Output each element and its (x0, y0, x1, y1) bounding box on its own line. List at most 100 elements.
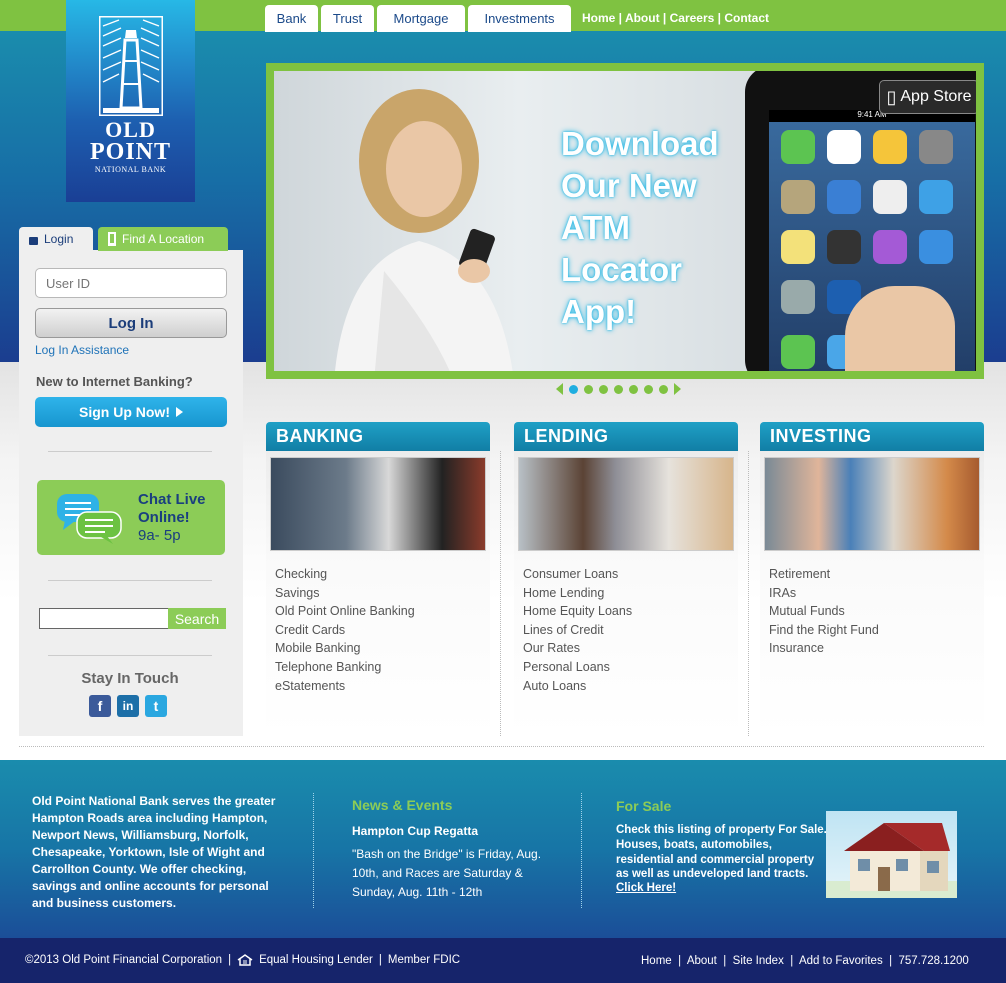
investing-image (764, 457, 980, 551)
lending-link[interactable]: Our Rates (523, 639, 632, 658)
slider-dot[interactable] (659, 384, 668, 394)
chat-bubbles-icon (57, 494, 122, 544)
house-image[interactable] (826, 811, 957, 898)
lending-link[interactable]: Home Equity Loans (523, 602, 632, 621)
equal-housing-icon (237, 954, 253, 966)
user-id-input[interactable] (35, 268, 227, 298)
banking-link[interactable]: Savings (275, 584, 415, 603)
investing-links: Retirement IRAs Mutual Funds Find the Ri… (769, 565, 879, 658)
top-links: Home | About | Careers | Contact (582, 11, 770, 25)
banking-link[interactable]: Credit Cards (275, 621, 415, 640)
linkedin-icon[interactable]: in (117, 695, 139, 717)
tab-find-location-label: Find A Location (122, 232, 205, 246)
tab-trust[interactable]: Trust (321, 5, 374, 32)
lighthouse-small-icon (108, 232, 116, 246)
login-assistance-link[interactable]: Log In Assistance (35, 343, 129, 357)
top-link-careers[interactable]: Careers (670, 11, 715, 25)
investing-link[interactable]: Mutual Funds (769, 602, 879, 621)
chat-line-2: Online! (138, 509, 190, 526)
lending-link[interactable]: Home Lending (523, 584, 632, 603)
lending-link[interactable]: Personal Loans (523, 658, 632, 677)
chat-line-1: Chat Live (138, 491, 206, 508)
lending-column: LENDING Consumer Loans Home Lending Home… (514, 422, 738, 736)
banner-headline-line: Download (561, 125, 719, 162)
slider-dot[interactable] (569, 384, 578, 394)
lending-link[interactable]: Auto Loans (523, 677, 632, 696)
search-button[interactable]: Search (168, 608, 226, 629)
equal-housing-text: Equal Housing Lender (259, 954, 373, 966)
investing-link[interactable]: IRAs (769, 584, 879, 603)
banking-heading[interactable]: BANKING (266, 422, 490, 451)
footer-about-text: Old Point National Bank serves the great… (32, 794, 276, 910)
logo-line-3: NATIONAL BANK (94, 165, 167, 174)
bottom-link-favorites[interactable]: Add to Favorites (799, 955, 883, 967)
banner-headline-line: App! (561, 293, 637, 330)
lending-links: Consumer Loans Home Lending Home Equity … (523, 565, 632, 695)
slider-prev-arrow[interactable] (556, 383, 563, 395)
tab-login[interactable]: Login (19, 227, 93, 251)
bottom-link-about[interactable]: About (687, 955, 717, 967)
slider-dot[interactable] (614, 384, 623, 394)
iphone-image: 9:41 AM (745, 71, 976, 371)
event-body: "Bash on the Bridge" is Friday, Aug. 10t… (352, 847, 542, 899)
banking-image (270, 457, 486, 551)
banking-link[interactable]: Mobile Banking (275, 639, 415, 658)
banking-link[interactable]: Old Point Online Banking (275, 602, 415, 621)
bank-logo[interactable]: OLD POINT NATIONAL BANK (66, 0, 195, 202)
phone-number[interactable]: 757.728.1200 (898, 955, 968, 967)
tab-investments[interactable]: Investments (468, 5, 571, 32)
investing-link[interactable]: Insurance (769, 639, 879, 658)
sign-up-label: Sign Up Now! (79, 404, 170, 420)
top-link-about[interactable]: About (625, 11, 660, 25)
slider-dot[interactable] (599, 384, 608, 394)
slider-dot[interactable] (629, 384, 638, 394)
banking-links: Checking Savings Old Point Online Bankin… (275, 565, 415, 695)
fdic-text: Member FDIC (387, 954, 461, 966)
login-button[interactable]: Log In (35, 308, 227, 338)
tab-find-location[interactable]: Find A Location (98, 227, 228, 251)
house-icon (826, 823, 957, 898)
bottom-link-home[interactable]: Home (641, 955, 672, 967)
slider-dot[interactable] (644, 384, 653, 394)
investing-link[interactable]: Retirement (769, 565, 879, 584)
divider (48, 655, 212, 656)
click-here-link[interactable]: Click Here! (616, 882, 676, 894)
twitter-icon[interactable]: t (145, 695, 167, 717)
top-link-home[interactable]: Home (582, 11, 615, 25)
investing-heading[interactable]: INVESTING (760, 422, 984, 451)
chat-hours: 9a- 5p (138, 527, 181, 544)
lending-link[interactable]: Consumer Loans (523, 565, 632, 584)
top-link-contact[interactable]: Contact (724, 11, 769, 25)
divider (48, 580, 212, 581)
slider-next-arrow[interactable] (674, 383, 681, 395)
hero-banner[interactable]: Download Our New ATM Locator App! 9:41 A… (266, 63, 984, 379)
banner-headline-line: Locator (561, 251, 683, 288)
tab-bank[interactable]: Bank (265, 5, 318, 32)
banner-headline: Download Our New ATM Locator App! (561, 123, 719, 333)
tab-login-label: Login (44, 232, 74, 246)
logo-line-2: POINT (89, 139, 171, 165)
app-store-badge[interactable]: ▯ App Store (879, 80, 976, 114)
bottom-link-site-index[interactable]: Site Index (733, 955, 784, 967)
investing-link[interactable]: Find the Right Fund (769, 621, 879, 640)
chat-text: Chat Live Online! 9a- 5p (138, 491, 206, 545)
banking-link[interactable]: Checking (275, 565, 415, 584)
slider-dot[interactable] (584, 384, 593, 394)
facebook-icon[interactable]: f (89, 695, 111, 717)
banking-link[interactable]: Telephone Banking (275, 658, 415, 677)
lending-image (518, 457, 734, 551)
event-title[interactable]: Hampton Cup Regatta (352, 824, 478, 838)
banking-link[interactable]: eStatements (275, 677, 415, 696)
lending-heading[interactable]: LENDING (514, 422, 738, 451)
chat-live-button[interactable]: Chat Live Online! 9a- 5p (37, 480, 225, 555)
lending-link[interactable]: Lines of Credit (523, 621, 632, 640)
sign-up-button[interactable]: Sign Up Now! (35, 397, 227, 427)
banking-column: BANKING Checking Savings Old Point Onlin… (266, 422, 490, 736)
app-store-label: App Store (900, 88, 972, 105)
tab-mortgage[interactable]: Mortgage (377, 5, 465, 32)
lock-icon (29, 237, 38, 245)
search-input[interactable] (39, 608, 169, 629)
banner-headline-line: ATM (561, 209, 631, 246)
bottom-links: Home | About | Site Index | Add to Favor… (641, 955, 969, 967)
new-to-banking-label: New to Internet Banking? (36, 374, 193, 389)
